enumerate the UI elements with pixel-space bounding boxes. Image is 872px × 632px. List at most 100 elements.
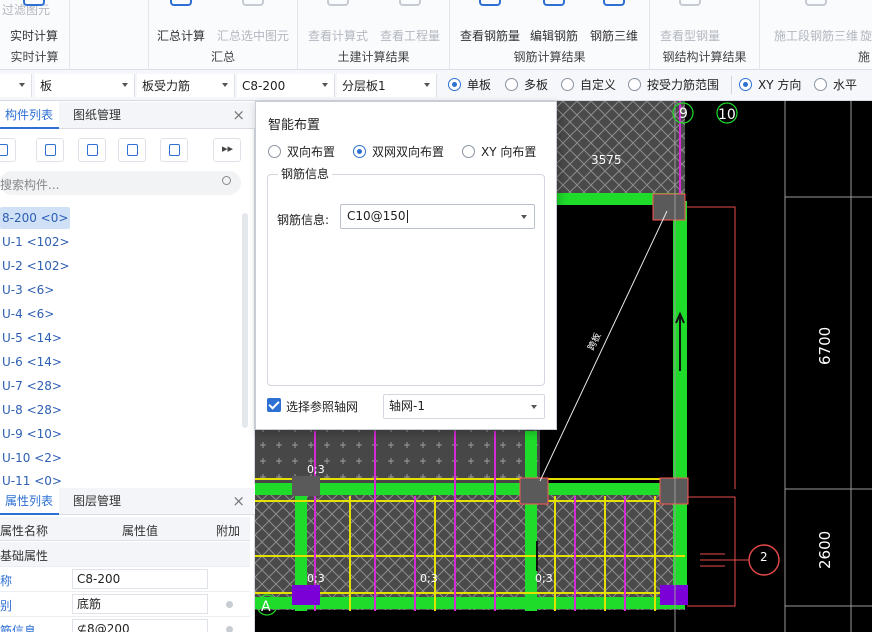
column (652, 193, 686, 221)
rotate-button[interactable]: 旋 (860, 4, 872, 43)
attach-toggle[interactable] (226, 626, 233, 632)
list-item[interactable]: U-10 <2> (0, 447, 64, 469)
radio-double-net-bidirectional[interactable]: 双网双向布置 (353, 143, 444, 160)
list-item[interactable]: U-11 <0> (0, 471, 64, 485)
radio-single-slab[interactable]: 单板 (448, 76, 491, 93)
rebar-info-input[interactable]: C10@150 (340, 204, 535, 229)
type-select[interactable]: 板受力筋 (137, 74, 235, 97)
tab-layer-management[interactable]: 图层管理 (67, 488, 127, 515)
group-title-stage: 施 (857, 50, 870, 64)
edit-rebar-icon (543, 0, 565, 6)
layer-select[interactable]: 分层板1 (337, 74, 437, 97)
ribbon-group-summary: 汇总计算 汇总选中图元 汇总 (148, 0, 298, 70)
component-select[interactable]: C8-200 (237, 74, 335, 97)
property-value-category[interactable]: 底筋 (72, 594, 208, 614)
rebar-quantity-icon (479, 0, 501, 6)
property-value-rebar[interactable]: ⊈8@200 (72, 619, 208, 632)
list-item[interactable]: U-1 <102> (0, 231, 72, 253)
toolbar: 板 板受力筋 C8-200 分层板1 单板 多板 自定义 按受力筋范围 XY 方… (0, 70, 872, 101)
table-row: 筋信息 ⊈8@200 (0, 617, 250, 632)
component-search[interactable]: 搜索构件... (0, 171, 241, 195)
ribbon-group-rebar: 查看钢筋量 编辑钢筋 钢筋三维 钢筋计算结果 (450, 0, 650, 70)
ribbon-group-realtime: 过滤图元 实时计算 实时计算 (0, 0, 70, 70)
reference-grid-label: 选择参照轴网 (286, 400, 359, 414)
radio-multi-slab[interactable]: 多板 (505, 76, 548, 93)
view-steel-quantity-button[interactable]: 查看型钢量 (660, 0, 720, 43)
summary-icon (170, 0, 192, 6)
new-component-icon[interactable] (0, 138, 16, 162)
grid-select[interactable]: 轴网-1 (383, 394, 545, 419)
ribbon-group-civil: 查看计算式 查看工程量 土建计算结果 (298, 0, 450, 70)
slab-tag: 0;3 (307, 463, 325, 476)
axis-label-9: 9 (679, 106, 688, 122)
tab-property-list[interactable]: 属性列表 (0, 488, 60, 515)
group-title-rebar: 钢筋计算结果 (513, 50, 586, 64)
summary-selected-button[interactable]: 汇总选中图元 (217, 0, 289, 43)
steel-quantity-icon (679, 0, 701, 6)
list-item[interactable]: U-9 <10> (0, 423, 64, 445)
close-icon[interactable]: × (232, 106, 245, 124)
smart-layout-dialog: 智能布置 双向布置 双网双向布置 XY 向布置 钢筋信息 钢筋信息: C10@1… (255, 101, 557, 430)
group-title-steel: 钢结构计算结果 (662, 50, 747, 64)
radio-custom[interactable]: 自定义 (561, 76, 616, 93)
table-row: 称 C8-200 (0, 567, 250, 592)
list-item[interactable]: U-5 <14> (0, 327, 64, 349)
reference-grid-checkbox[interactable] (267, 398, 281, 412)
tab-component-list[interactable]: 构件列表 (0, 102, 60, 129)
summary-calc-button[interactable]: 汇总计算 (157, 0, 205, 43)
radio-by-rebar-range[interactable]: 按受力筋范围 (628, 76, 719, 93)
slab-hatch-top (557, 101, 685, 201)
chevron-down-icon (122, 83, 128, 87)
slab-tag: 0;3 (535, 572, 553, 585)
group-title-realtime: 实时计算 (10, 50, 59, 64)
chevron-down-icon (322, 83, 328, 87)
dim-3575: 3575 (591, 153, 622, 167)
chevron-down-icon (424, 83, 430, 87)
property-value-name[interactable]: C8-200 (72, 569, 208, 589)
view-formula-button[interactable]: 查看计算式 (308, 0, 368, 43)
more-icon[interactable]: ▸▸ (213, 138, 241, 162)
list-item[interactable]: U-6 <14> (0, 351, 64, 373)
summary-selected-icon (242, 0, 264, 6)
sort-icon[interactable] (160, 138, 188, 162)
group-title-summary: 汇总 (210, 50, 235, 64)
tab-drawing-management[interactable]: 图纸管理 (67, 102, 127, 129)
category-select[interactable]: 板 (35, 74, 135, 97)
list-item[interactable]: U-4 <6> (0, 303, 56, 325)
table-row: 别 底筋 (0, 592, 250, 617)
property-section-basic[interactable]: 基础属性 (0, 542, 250, 567)
ribbon: 过滤图元 实时计算 实时计算 汇总计算 汇总选中图元 汇总 查看计算式 查看工程… (0, 0, 872, 70)
delete-icon[interactable] (78, 138, 106, 162)
stage-rebar-3d-button[interactable]: 施工段钢筋三维 (774, 0, 858, 43)
layer-copy-icon[interactable] (118, 138, 146, 162)
edit-rebar-button[interactable]: 编辑钢筋 (530, 0, 578, 43)
rebar-3d-button[interactable]: 钢筋三维 (590, 0, 638, 43)
column (292, 476, 320, 496)
close-icon[interactable]: × (232, 492, 245, 510)
rebar-info-legend: 钢筋信息 (278, 165, 333, 182)
slab-tag: 0;3 (420, 572, 438, 585)
list-item[interactable]: 8-200 <0> (0, 207, 71, 229)
column (659, 477, 689, 505)
quantity-icon (399, 0, 421, 6)
list-item[interactable]: U-3 <6> (0, 279, 56, 301)
dim-2600: 2600 (816, 531, 834, 569)
radio-xy-direction[interactable]: XY 方向 (739, 76, 801, 93)
axis-label-a: A (261, 599, 271, 615)
list-item[interactable]: U-2 <102> (0, 255, 72, 277)
property-panel: 属性列表 图层管理 × 属性名称 属性值 附加 基础属性 称 C8-200 别 … (0, 488, 255, 632)
attach-toggle[interactable] (226, 601, 233, 608)
floor-select[interactable] (0, 74, 32, 97)
radio-horizontal[interactable]: 水平 (814, 76, 857, 93)
copy-icon[interactable] (36, 138, 64, 162)
dim-6700: 6700 (816, 327, 834, 365)
component-scrollbar[interactable] (242, 213, 248, 428)
realtime-calc-button[interactable]: 实时计算 (10, 0, 58, 43)
list-item[interactable]: U-8 <28> (0, 399, 64, 421)
view-rebar-quantity-button[interactable]: 查看钢筋量 (460, 0, 520, 43)
view-quantity-button[interactable]: 查看工程量 (380, 0, 440, 43)
list-item[interactable]: U-7 <28> (0, 375, 64, 397)
radio-bidirectional[interactable]: 双向布置 (268, 143, 335, 160)
component-tabbar: 构件列表 图纸管理 × (0, 102, 255, 129)
radio-xy-layout[interactable]: XY 向布置 (462, 143, 536, 160)
